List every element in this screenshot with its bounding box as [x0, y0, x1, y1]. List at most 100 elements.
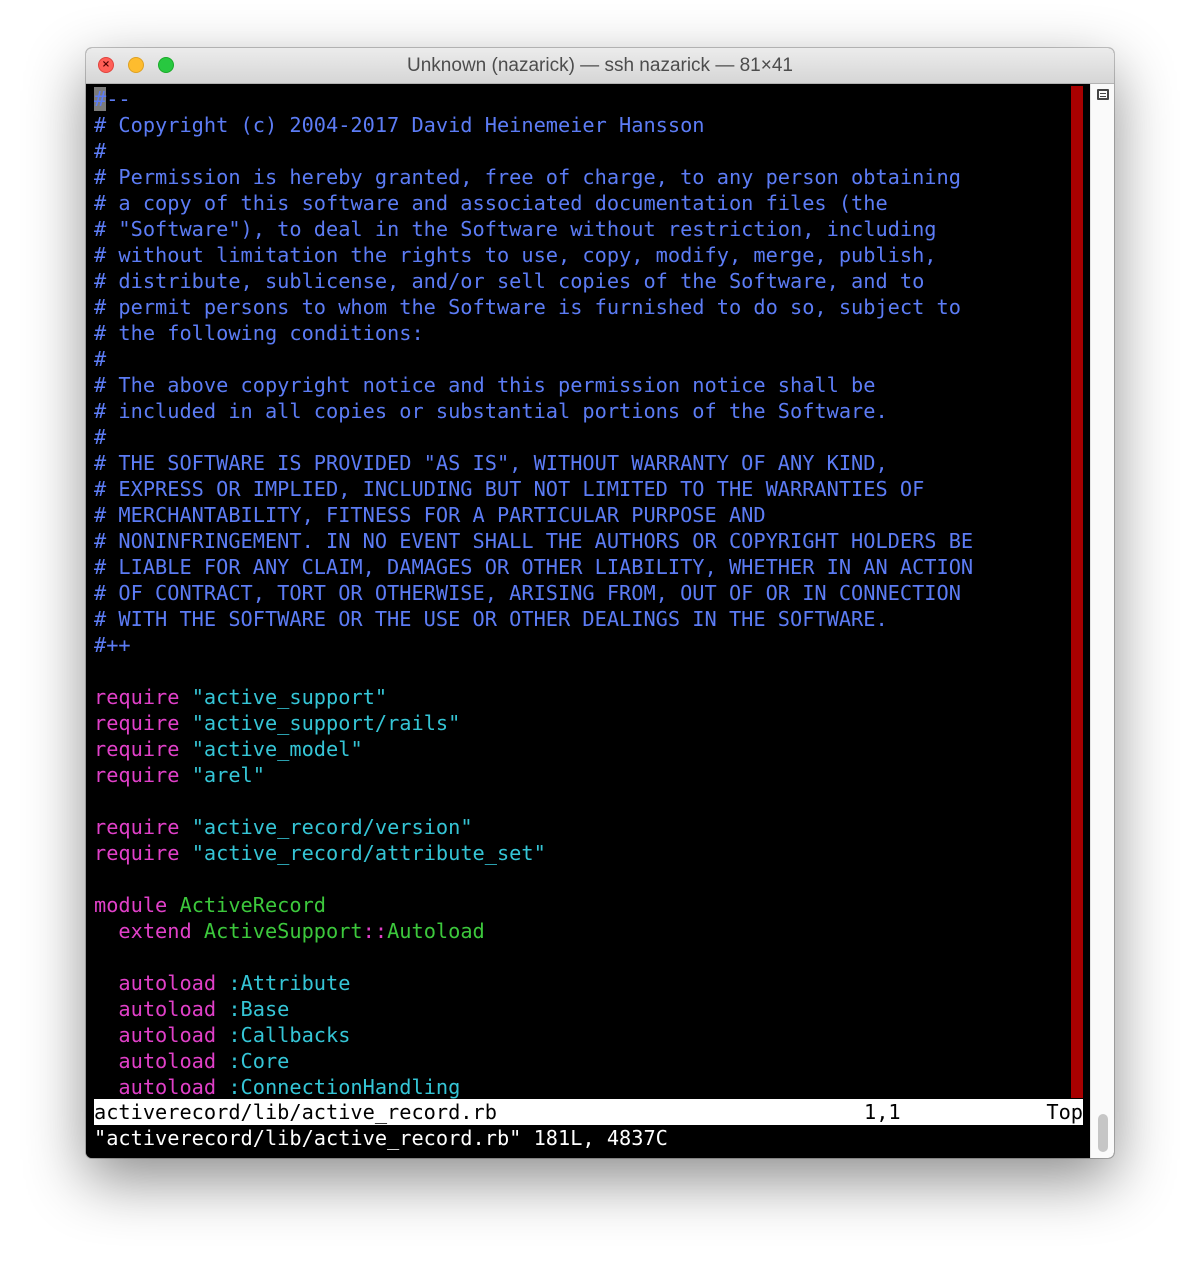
code-line: # Copyright (c) 2004-2017 David Heinemei… — [94, 112, 973, 138]
code-line: # WITH THE SOFTWARE OR THE USE OR OTHER … — [94, 606, 973, 632]
code-token: Autoload — [387, 919, 485, 943]
code-token: :Base — [228, 997, 290, 1021]
code-line: require "active_record/version" — [94, 814, 973, 840]
code-line: require "active_support/rails" — [94, 710, 973, 736]
code-line: # EXPRESS OR IMPLIED, INCLUDING BUT NOT … — [94, 476, 973, 502]
code-token: # NONINFRINGEMENT. IN NO EVENT SHALL THE… — [94, 529, 974, 553]
code-line: require "active_model" — [94, 736, 973, 762]
code-token: "active_record/version" — [191, 815, 473, 839]
code-token: "active_support/rails" — [191, 711, 461, 735]
code-token: #++ — [94, 633, 131, 657]
code-line: autoload :ConnectionHandling — [94, 1074, 973, 1100]
editor-buffer[interactable]: #-- # Copyright (c) 2004-2017 David Heine… — [94, 86, 973, 1100]
code-token: -- — [106, 87, 131, 111]
text-cursor: # — [94, 87, 107, 111]
code-token: # Copyright (c) 2004-2017 David Heinemei… — [94, 113, 705, 137]
code-line: autoload :Core — [94, 1048, 973, 1074]
code-line: # distribute, sublicense, and/or sell co… — [94, 268, 973, 294]
title-bar[interactable]: × Unknown (nazarick) — ssh nazarick — 81… — [86, 48, 1114, 84]
code-token: :Core — [228, 1049, 290, 1073]
code-line: #++ — [94, 632, 973, 658]
code-line: require "active_record/attribute_set" — [94, 840, 973, 866]
code-line: # MERCHANTABILITY, FITNESS FOR A PARTICU… — [94, 502, 973, 528]
code-line: # a copy of this software and associated… — [94, 190, 973, 216]
code-line: # permit persons to whom the Software is… — [94, 294, 973, 320]
code-token: autoload — [118, 1023, 217, 1047]
terminal-content[interactable]: #-- # Copyright (c) 2004-2017 David Heine… — [86, 84, 1114, 1158]
scrollbar[interactable] — [1090, 84, 1114, 1158]
code-token: # without limitation the rights to use, … — [94, 243, 937, 267]
code-line: # OF CONTRACT, TORT OR OTHERWISE, ARISIN… — [94, 580, 973, 606]
code-line: # Permission is hereby granted, free of … — [94, 164, 973, 190]
terminal-window: × Unknown (nazarick) — ssh nazarick — 81… — [86, 48, 1114, 1158]
vim-status-line: activerecord/lib/active_record.rb 1,1 To… — [94, 1099, 1083, 1125]
code-token: :: — [362, 919, 388, 943]
code-token: autoload — [118, 971, 217, 995]
code-token: "active_support" — [191, 685, 388, 709]
code-token: "active_record/attribute_set" — [191, 841, 546, 865]
code-token: # THE SOFTWARE IS PROVIDED "AS IS", WITH… — [94, 451, 888, 475]
code-token: require — [94, 815, 180, 839]
code-line: # The above copyright notice and this pe… — [94, 372, 973, 398]
status-cursor-position: 1,1 — [864, 1100, 901, 1124]
code-token: :Attribute — [228, 971, 351, 995]
code-token: autoload — [118, 997, 217, 1021]
code-token: require — [94, 841, 180, 865]
code-token: # OF CONTRACT, TORT OR OTHERWISE, ARISIN… — [94, 581, 961, 605]
code-token: # EXPRESS OR IMPLIED, INCLUDING BUT NOT … — [94, 477, 925, 501]
code-token: :Callbacks — [228, 1023, 351, 1047]
code-token: # — [94, 425, 107, 449]
code-token: require — [94, 737, 180, 761]
code-line: module ActiveRecord — [94, 892, 973, 918]
status-filename: activerecord/lib/active_record.rb — [94, 1100, 497, 1124]
code-token: # The above copyright notice and this pe… — [94, 373, 876, 397]
status-scroll-position: Top — [1046, 1100, 1083, 1124]
code-token: require — [94, 763, 180, 787]
code-token: ActiveRecord — [179, 893, 327, 917]
code-token: # — [94, 347, 107, 371]
code-line: # — [94, 346, 973, 372]
code-token: # a copy of this software and associated… — [94, 191, 888, 215]
code-line: # — [94, 138, 973, 164]
code-line: # "Software"), to deal in the Software w… — [94, 216, 973, 242]
code-token: :ConnectionHandling — [228, 1075, 461, 1099]
scroll-thumb[interactable] — [1098, 1114, 1108, 1152]
code-token: autoload — [118, 1075, 217, 1099]
code-line: autoload :Attribute — [94, 970, 973, 996]
code-token: # included in all copies or substantial … — [94, 399, 888, 423]
code-token: require — [94, 685, 180, 709]
code-token: # distribute, sublicense, and/or sell co… — [94, 269, 925, 293]
code-token: # WITH THE SOFTWARE OR THE USE OR OTHER … — [94, 607, 888, 631]
code-line: require "active_support" — [94, 684, 973, 710]
split-pane-icon[interactable] — [1097, 89, 1109, 100]
code-line: extend ActiveSupport::Autoload — [94, 918, 973, 944]
code-line: autoload :Base — [94, 996, 973, 1022]
code-token: "arel" — [191, 763, 265, 787]
code-token: module — [94, 893, 168, 917]
code-line: # included in all copies or substantial … — [94, 398, 973, 424]
code-line: # NONINFRINGEMENT. IN NO EVENT SHALL THE… — [94, 528, 973, 554]
code-token: # permit persons to whom the Software is… — [94, 295, 961, 319]
code-line: #-- — [94, 86, 973, 112]
code-token: # Permission is hereby granted, free of … — [94, 165, 961, 189]
code-token: ActiveSupport — [203, 919, 363, 943]
code-token: # LIABLE FOR ANY CLAIM, DAMAGES OR OTHER… — [94, 555, 974, 579]
window-title: Unknown (nazarick) — ssh nazarick — 81×4… — [407, 55, 793, 76]
